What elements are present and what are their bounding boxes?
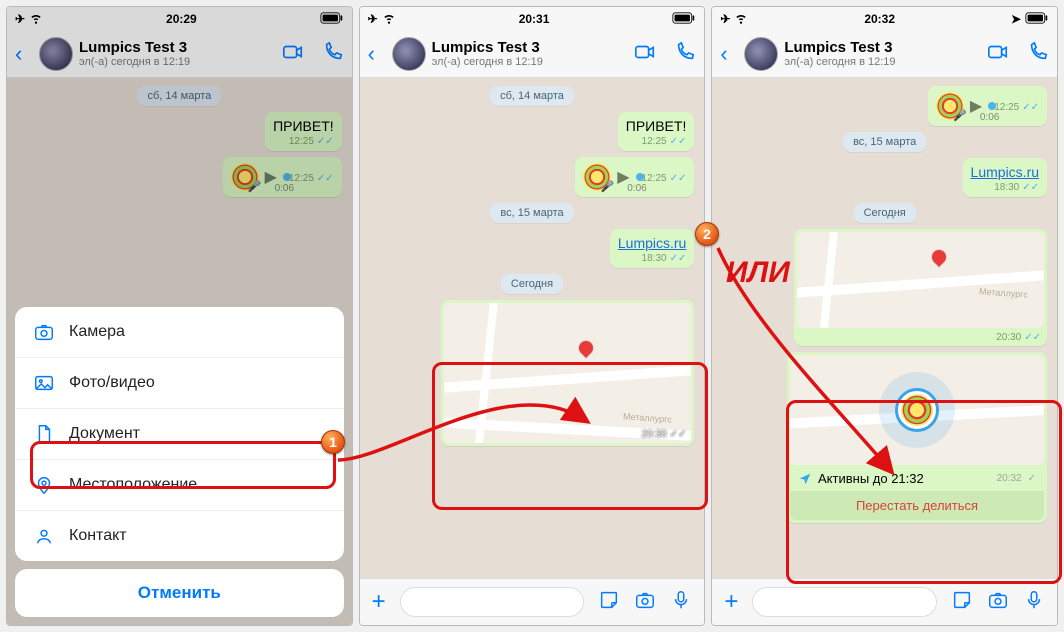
phone-screen-1: ✈︎ 20:29 ‹ Lumpics Test 3 эл(-а) сегодня… <box>6 6 353 626</box>
voice-call-button[interactable] <box>674 41 696 68</box>
message-input[interactable] <box>752 587 937 617</box>
sticker-button[interactable] <box>951 589 973 616</box>
input-bar: + <box>712 578 1057 625</box>
attach-camera[interactable]: Камера <box>15 307 344 358</box>
status-time: 20:31 <box>519 12 550 26</box>
message-greeting[interactable]: ПРИВЕТ!12:25✓✓ <box>618 112 695 151</box>
document-icon <box>33 423 55 445</box>
live-location-map[interactable] <box>790 355 1044 465</box>
video-call-button[interactable] <box>987 41 1009 68</box>
annotation-or-label: ИЛИ <box>726 256 790 290</box>
attach-sheet-overlay: Камера Фото/видео Документ Местоположени… <box>7 7 352 625</box>
sent-tick-icon: ✓ <box>1028 473 1036 484</box>
map-pin-icon <box>929 247 949 267</box>
attach-button[interactable]: + <box>724 588 738 616</box>
attach-contact[interactable]: Контакт <box>15 511 344 561</box>
attach-cancel[interactable]: Отменить <box>15 569 344 617</box>
attach-sheet: Камера Фото/видео Документ Местоположени… <box>15 307 344 561</box>
status-time: 20:32 <box>864 12 895 26</box>
chat-header: ‹ Lumpics Test 3 эл(-а) сегодня в 12:19 <box>360 31 705 78</box>
static-location-map[interactable]: Металлургс 20:30✓✓ <box>444 303 691 443</box>
voice-call-button[interactable] <box>1027 41 1049 68</box>
phone-screen-3: ✈︎ 20:32 ➤ ‹ Lumpics Test 3 эл(-а) сегод… <box>711 6 1058 626</box>
contact-icon <box>33 525 55 547</box>
message-link[interactable]: Lumpics.ru18:30✓✓ <box>610 229 694 268</box>
voice-message[interactable]: 🎤 ▶ 12:25✓✓ 0:06 <box>928 86 1047 126</box>
message-input[interactable] <box>400 587 585 617</box>
camera-icon <box>33 321 55 343</box>
location-message[interactable]: Металлургс 20:30✓✓ <box>441 300 694 446</box>
video-call-button[interactable] <box>634 41 656 68</box>
attach-location[interactable]: Местоположение <box>15 460 344 511</box>
input-bar: + <box>360 578 705 625</box>
battery-icon <box>1025 12 1049 27</box>
live-location-message[interactable]: Активны до 21:32 20:32 ✓ Перестать делит… <box>787 352 1047 523</box>
battery-icon <box>672 12 696 27</box>
contact-avatar[interactable] <box>392 37 426 71</box>
stop-sharing-button[interactable]: Перестать делиться <box>790 491 1044 520</box>
chat-body: сб, 14 марта ПРИВЕТ!12:25✓✓ 🎤 ▶ 12:25✓✓ … <box>360 78 705 578</box>
contact-avatar[interactable] <box>744 37 778 71</box>
location-message[interactable]: Металлургс 20:30✓✓ <box>794 229 1047 346</box>
map-pin-icon <box>576 338 596 358</box>
message-link[interactable]: Lumpics.ru18:30✓✓ <box>963 158 1047 197</box>
attach-button[interactable]: + <box>372 588 386 616</box>
airplane-icon: ✈︎ <box>720 12 730 26</box>
live-broadcast-icon <box>798 472 812 486</box>
status-bar: ✈︎ 20:31 <box>360 7 705 31</box>
live-location-avatar <box>895 388 939 432</box>
sticker-button[interactable] <box>598 589 620 616</box>
static-location-map[interactable]: Металлургс <box>797 232 1044 328</box>
location-icon <box>33 474 55 496</box>
attach-document[interactable]: Документ <box>15 409 344 460</box>
airplane-icon: ✈︎ <box>368 12 378 26</box>
camera-button[interactable] <box>987 589 1009 616</box>
annotation-badge-2: 2 <box>695 222 719 246</box>
chat-header: ‹ Lumpics Test 3 эл(-а) сегодня в 12:19 <box>712 31 1057 78</box>
wifi-icon <box>382 11 396 28</box>
attach-photo-video[interactable]: Фото/видео <box>15 358 344 409</box>
status-bar: ✈︎ 20:32 ➤ <box>712 7 1057 31</box>
chat-body: 🎤 ▶ 12:25✓✓ 0:06 вс, 15 марта Lumpics.ru… <box>712 78 1057 578</box>
phone-screen-2: ✈︎ 20:31 ‹ Lumpics Test 3 эл(-а) сегодня… <box>359 6 706 626</box>
voice-message[interactable]: 🎤 ▶ 12:25✓✓ 0:06 <box>575 157 694 197</box>
back-button[interactable]: ‹ <box>720 41 738 67</box>
annotation-badge-1: 1 <box>321 430 345 454</box>
mic-button[interactable] <box>670 589 692 616</box>
back-button[interactable]: ‹ <box>368 41 386 67</box>
photo-icon <box>33 372 55 394</box>
mic-button[interactable] <box>1023 589 1045 616</box>
camera-button[interactable] <box>634 589 656 616</box>
location-arrow-icon: ➤ <box>1011 12 1021 26</box>
wifi-icon <box>734 11 748 28</box>
